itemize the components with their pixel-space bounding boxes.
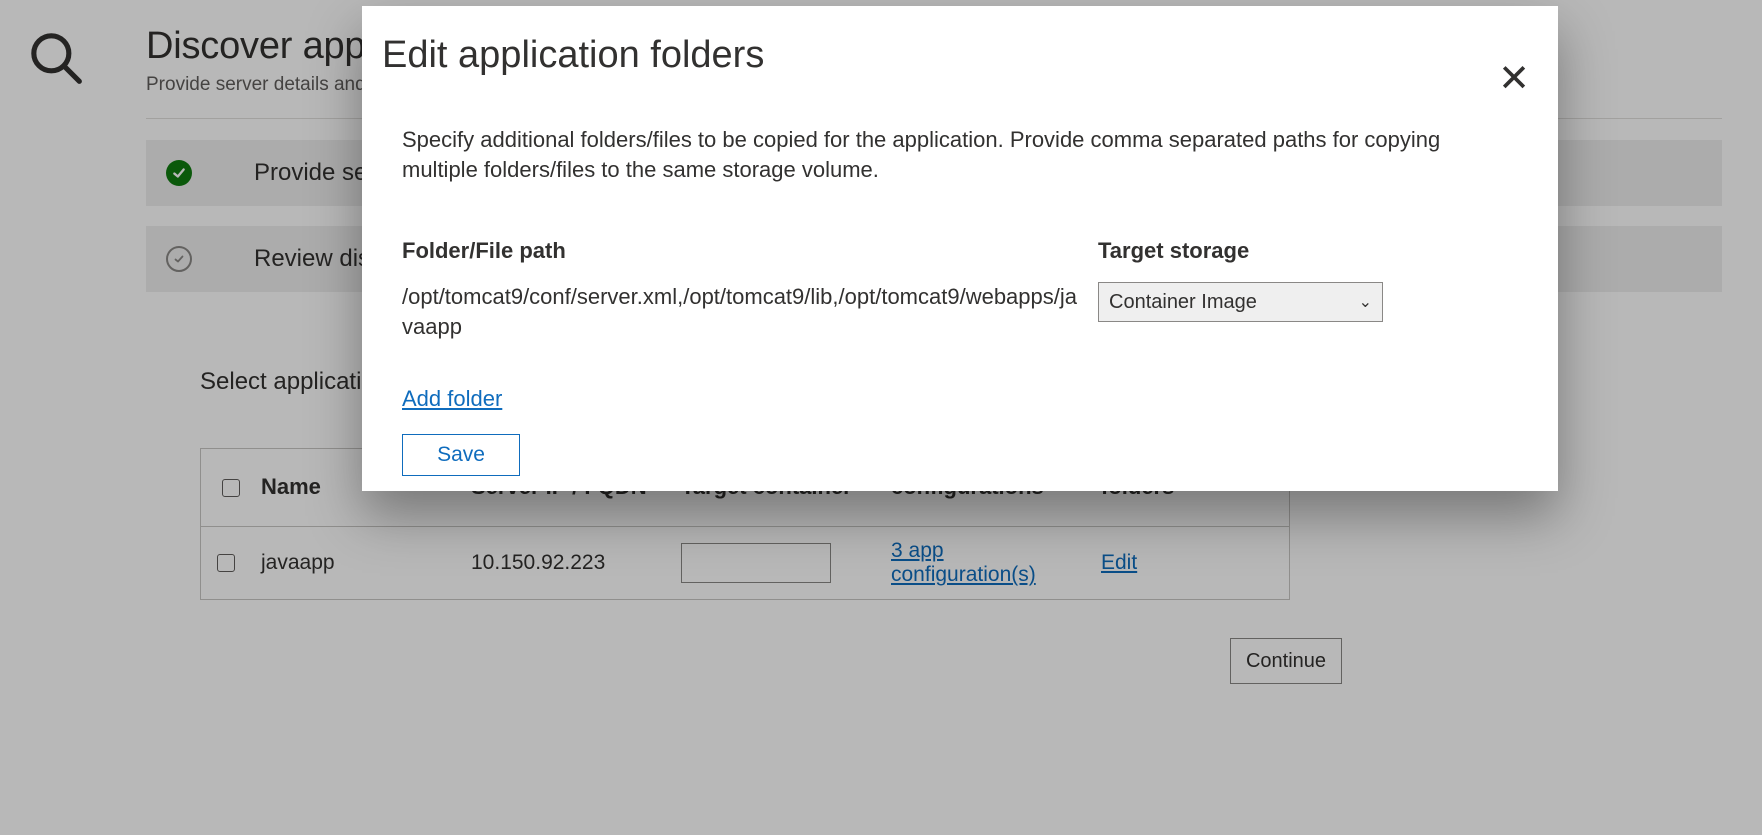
chevron-down-icon: ⌄	[1359, 292, 1372, 312]
row-checkbox[interactable]	[217, 554, 235, 572]
modal-description: Specify additional folders/files to be c…	[402, 125, 1482, 184]
edit-application-folders-modal: ✕ Edit application folders Specify addit…	[362, 6, 1558, 491]
close-icon[interactable]: ✕	[1494, 60, 1534, 100]
select-all-checkbox[interactable]	[222, 479, 240, 497]
path-value: /opt/tomcat9/conf/server.xml,/opt/tomcat…	[402, 282, 1078, 341]
target-storage-select[interactable]: Container Image ⌄	[1098, 282, 1383, 322]
search-icon[interactable]	[28, 30, 84, 86]
target-storage-selected: Container Image	[1109, 291, 1257, 314]
row-name: javaapp	[261, 551, 471, 575]
wizard-step-1-label: Provide se	[254, 159, 367, 187]
wizard-step-2-label: Review dis	[254, 245, 370, 273]
edit-folders-link[interactable]: Edit	[1101, 551, 1137, 574]
target-container-input[interactable]	[681, 543, 831, 583]
row-server: 10.150.92.223	[471, 551, 681, 575]
modal-title: Edit application folders	[382, 34, 1558, 77]
add-folder-link[interactable]: Add folder	[402, 386, 502, 412]
save-button[interactable]: Save	[402, 434, 520, 476]
storage-label: Target storage	[1098, 238, 1438, 264]
continue-button[interactable]: Continue	[1230, 638, 1342, 684]
check-circle-icon	[166, 160, 192, 186]
table-row: javaapp 10.150.92.223 3 app configuratio…	[201, 527, 1289, 599]
check-outline-icon	[166, 246, 192, 272]
app-configurations-link[interactable]: 3 app configuration(s)	[891, 539, 1036, 586]
path-label: Folder/File path	[402, 238, 1078, 264]
